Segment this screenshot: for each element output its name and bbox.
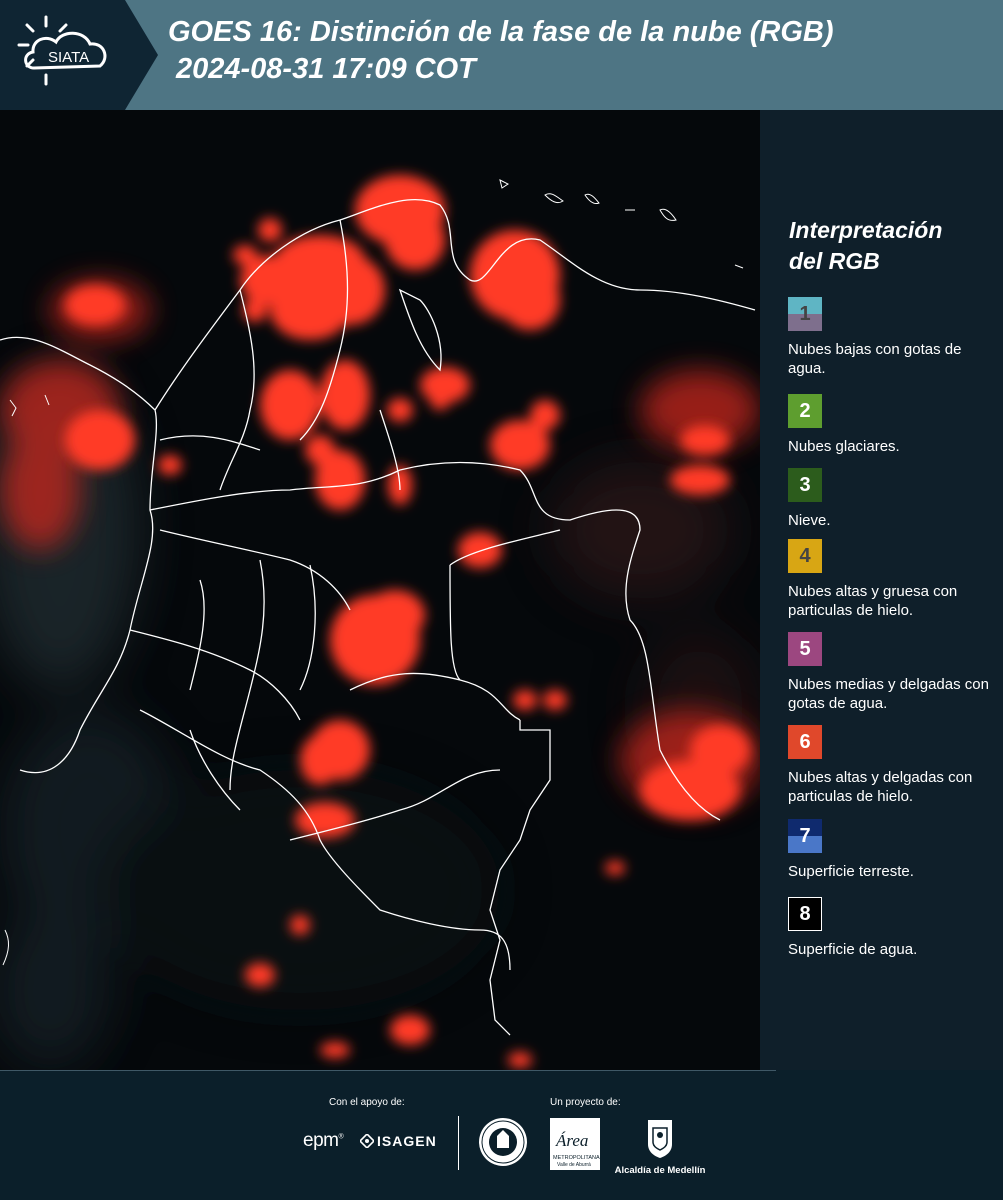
legend-item-8: 8 Superficie de agua.: [788, 897, 1000, 959]
footer-separator: [458, 1116, 459, 1170]
legend-number-2: 2: [799, 399, 811, 422]
legend-title: Interpretación del RGB: [789, 215, 989, 277]
legend-number-6: 6: [799, 730, 811, 753]
legend-title-line-2: del RGB: [789, 248, 880, 274]
siata-logo-text: SIATA: [48, 49, 89, 66]
epm-logo: epm®: [303, 1130, 344, 1151]
legend-item-1: 1 Nubes bajas con gotas de agua.: [788, 297, 1000, 378]
project-label: Un proyecto de:: [550, 1097, 621, 1108]
legend-item-5: 5 Nubes medias y delgadas con gotas de a…: [788, 632, 1000, 713]
title-line-1: GOES 16: Distinción de la fase de la nub…: [168, 16, 834, 48]
legend-label-8: Superficie de agua.: [788, 941, 918, 958]
page-title: GOES 16: Distinción de la fase de la nub…: [168, 14, 988, 88]
alcaldia-text: Alcaldía de Medellín: [614, 1165, 706, 1176]
epm-logo-text: epm: [303, 1130, 339, 1151]
alcaldia-logo: Alcaldía de Medellín: [610, 1118, 710, 1176]
legend-item-4: 4 Nubes altas y gruesa con particulas de…: [788, 539, 1000, 620]
medellin-shield-icon: [648, 1120, 672, 1158]
area-logo-text: Área: [555, 1131, 588, 1150]
legend-swatch-6: 6: [788, 725, 822, 759]
legend-swatch-3: 3: [788, 468, 822, 502]
legend-number-1: 1: [799, 302, 811, 325]
legend-label-5: Nubes medias y delgadas con gotas de agu…: [788, 676, 989, 712]
satellite-map: [0, 110, 760, 1070]
legend-number-7: 7: [799, 824, 811, 847]
legend-label-2: Nubes glaciares.: [788, 438, 900, 455]
legend-number-4: 4: [799, 544, 811, 567]
legend-item-7: 7 Superficie terreste.: [788, 819, 1000, 881]
legend-number-3: 3: [799, 473, 811, 496]
legend-panel: Interpretación del RGB 1 Nubes bajas con…: [760, 110, 1003, 1070]
university-seal-icon: [479, 1118, 527, 1166]
legend-title-line-1: Interpretación: [789, 217, 943, 243]
legend-label-4: Nubes altas y gruesa con particulas de h…: [788, 583, 958, 619]
support-label: Con el apoyo de:: [329, 1097, 405, 1108]
footer: Con el apoyo de: Un proyecto de: epm® IS…: [0, 1070, 1003, 1200]
area-metropolitana-icon: Área METROPOLITANA Valle de Aburrá: [550, 1118, 600, 1170]
header-bar: SIATA GOES 16: Distinción de la fase de …: [0, 0, 1003, 110]
legend-swatch-5: 5: [788, 632, 822, 666]
legend-swatch-8: 8: [788, 897, 822, 931]
legend-number-8: 8: [799, 902, 811, 925]
legend-item-2: 2 Nubes glaciares.: [788, 394, 1000, 456]
legend-item-6: 6 Nubes altas y delgadas con particulas …: [788, 725, 1000, 806]
area-logo-subtext-2: Valle de Aburrá: [557, 1162, 591, 1168]
title-line-2: 2024-08-31 17:09 COT: [176, 53, 476, 85]
legend-swatch-7: 7: [788, 819, 822, 853]
legend-number-5: 5: [799, 637, 811, 660]
isagen-logo: ISAGEN: [377, 1133, 437, 1149]
legend-swatch-1: 1: [788, 297, 822, 331]
legend-label-1: Nubes bajas con gotas de agua.: [788, 341, 962, 377]
isagen-icon: [360, 1134, 374, 1148]
area-logo-subtext: METROPOLITANA: [553, 1155, 600, 1161]
legend-swatch-2: 2: [788, 394, 822, 428]
siata-logo: SIATA: [0, 0, 158, 110]
legend-label-3: Nieve.: [788, 512, 831, 529]
legend-label-7: Superficie terreste.: [788, 863, 914, 880]
area-metropolitana-logo: Área METROPOLITANA Valle de Aburrá: [550, 1118, 600, 1175]
legend-swatch-4: 4: [788, 539, 822, 573]
footer-divider: [0, 1070, 776, 1071]
legend-label-6: Nubes altas y delgadas con particulas de…: [788, 769, 973, 805]
legend-item-3: 3 Nieve.: [788, 468, 1000, 530]
